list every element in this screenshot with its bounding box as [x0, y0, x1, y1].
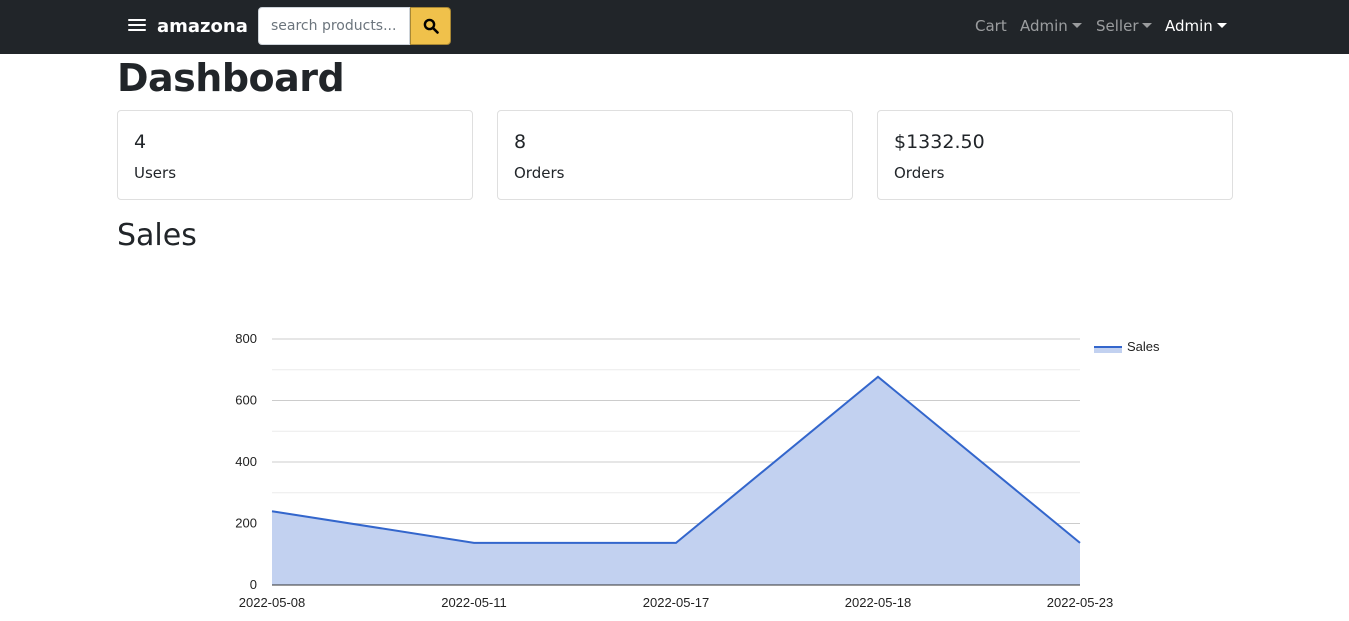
caret-down-icon [1071, 23, 1082, 28]
page-title: Dashboard [117, 56, 345, 100]
y-tick-label: 200 [235, 516, 257, 531]
card-value: 4 [134, 131, 147, 153]
legend-label: Sales [1127, 339, 1160, 354]
cart-link[interactable]: Cart [975, 17, 1007, 35]
admin-user-dropdown-toggle[interactable]: Admin [1165, 17, 1227, 35]
admin-user-dropdown-label: Admin [1165, 17, 1213, 35]
top-navbar: amazona Cart Admin Seller Admin [0, 0, 1349, 54]
x-tick-label: 2022-05-23 [1047, 595, 1114, 610]
admin-dropdown-toggle[interactable]: Admin [1020, 17, 1082, 35]
sales-heading: Sales [117, 218, 197, 253]
legend-swatch-fill [1094, 347, 1122, 353]
seller-dropdown-label: Seller [1096, 17, 1139, 35]
x-tick-label: 2022-05-08 [239, 595, 306, 610]
orders-count-card: 8 Orders [497, 110, 853, 200]
card-value: 8 [514, 131, 527, 153]
caret-down-icon [1142, 23, 1153, 28]
y-tick-label: 400 [235, 454, 257, 469]
card-value: $1332.50 [894, 131, 985, 153]
brand-logo-link[interactable]: amazona [157, 16, 248, 37]
x-tick-label: 2022-05-11 [441, 595, 507, 610]
y-tick-label: 600 [235, 393, 257, 408]
caret-down-icon [1216, 23, 1227, 28]
search-button[interactable] [410, 7, 451, 45]
y-tick-label: 0 [250, 577, 257, 592]
admin-dropdown-label: Admin [1020, 17, 1068, 35]
y-tick-label: 800 [235, 331, 257, 346]
sales-area-fill [272, 376, 1080, 585]
seller-dropdown-toggle[interactable]: Seller [1096, 17, 1153, 35]
x-tick-label: 2022-05-18 [845, 595, 912, 610]
search-input[interactable] [258, 7, 410, 45]
card-label: Users [134, 164, 177, 182]
card-label: Orders [514, 164, 565, 182]
search-icon [423, 18, 439, 34]
sales-series-line [271, 375, 1081, 544]
hamburger-menu-icon[interactable] [128, 17, 146, 35]
users-summary-card: 4 Users [117, 110, 473, 200]
x-tick-label: 2022-05-17 [643, 595, 710, 610]
card-label: Orders [894, 164, 945, 182]
orders-total-card: $1332.50 Orders [877, 110, 1233, 200]
